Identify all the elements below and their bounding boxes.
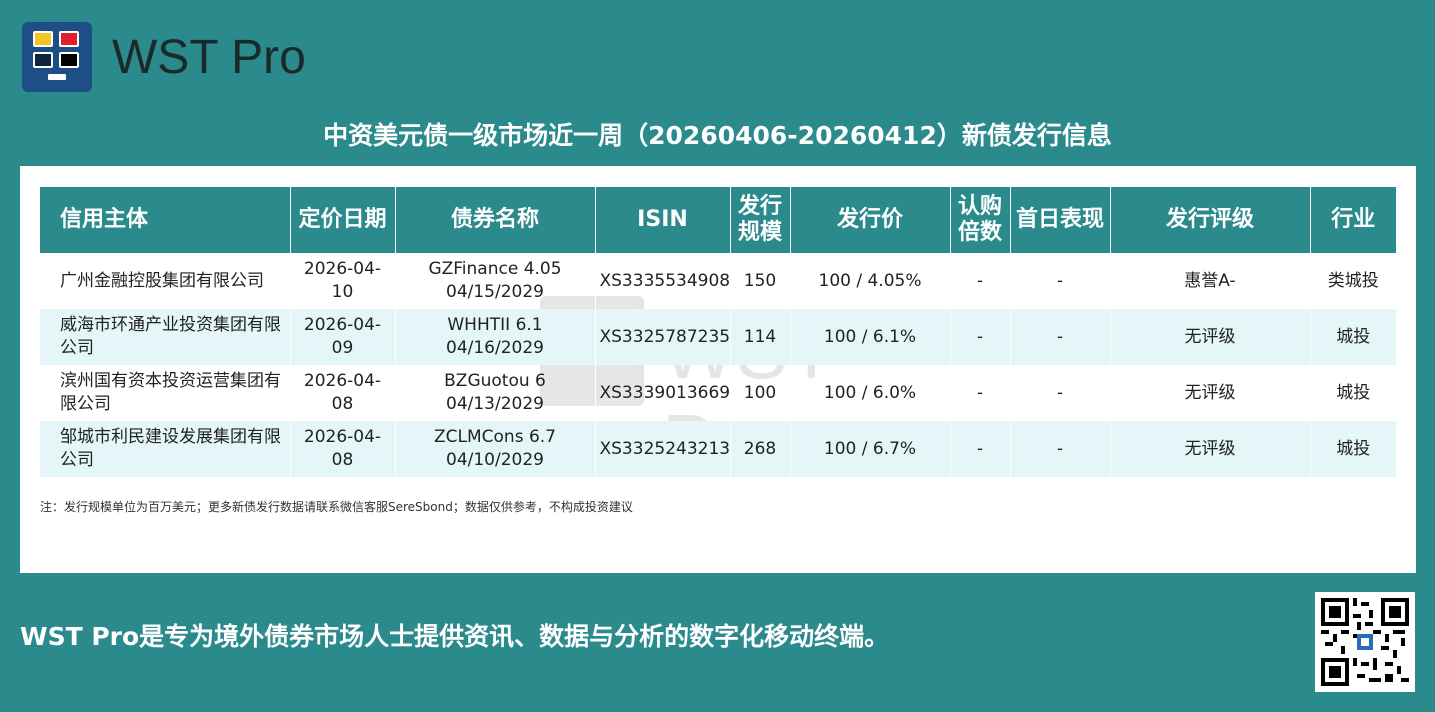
cell-cover: - bbox=[950, 421, 1011, 477]
cell-industry: 城投 bbox=[1336, 382, 1371, 403]
cell-pricing-date: 2026-04-08 bbox=[290, 365, 396, 421]
cell-bond-name: BZGuotou 6 04/13/2029 bbox=[395, 365, 596, 421]
cell-issuer: 滨州国有资本投资运营集团有限公司 bbox=[40, 365, 291, 421]
cell-price: 100 / 6.1% bbox=[790, 309, 951, 365]
new-bond-table: 信用主体 定价日期 债券名称 ISIN 发行 规模 发行价 认购 倍数 首日表现 发… bbox=[40, 187, 1396, 477]
cell-isin: XS3325243213 bbox=[595, 421, 731, 477]
cell-first-day: - bbox=[1010, 421, 1111, 477]
cell-rating: 惠誉A- bbox=[1110, 253, 1311, 309]
cell-industry: 类城投 bbox=[1327, 270, 1379, 291]
cell-bond-name: ZCLMCons 6.7 04/10/2029 bbox=[395, 421, 596, 477]
header-price: 发行价 bbox=[790, 187, 951, 253]
bond-table-card: WST Pro 信用主体 定价日期 债券名称 ISIN 发行规模 发行价 认购倍… bbox=[20, 166, 1416, 573]
cell-pricing-date: 2026-04-10 bbox=[290, 253, 396, 309]
cell-rating: 无评级 bbox=[1110, 421, 1311, 477]
header-issuer: 信用主体 bbox=[40, 187, 291, 253]
header-pricing-date: 定价日期 bbox=[290, 187, 396, 253]
cell-pricing-date: 2026-04-08 bbox=[290, 421, 396, 477]
header-bond-name: 债券名称 bbox=[395, 187, 596, 253]
cell-cover: - bbox=[950, 365, 1011, 421]
qr-code-icon bbox=[1315, 592, 1415, 692]
cell-isin: XS3339013669 bbox=[595, 365, 731, 421]
footnote: 注：发行规模单位为百万美元；更多新债发行数据请联系微信客服SereSbond；数… bbox=[40, 500, 633, 514]
cell-price: 100 / 6.0% bbox=[790, 365, 951, 421]
cell-isin: XS3335534908 bbox=[595, 253, 731, 309]
wst-logo-icon bbox=[22, 22, 92, 92]
table-row: 滨州国有资本投资运营集团有限公司 2026-04-08 BZGuotou 6 04… bbox=[40, 365, 1396, 421]
cell-rating: 无评级 bbox=[1110, 309, 1311, 365]
cell-size: 114 bbox=[730, 309, 791, 365]
tagline: WST Pro是专为境外债券市场人士提供资讯、数据与分析的数字化移动终端。 bbox=[20, 622, 890, 651]
cell-size: 100 bbox=[730, 365, 791, 421]
cell-industry: 城投 bbox=[1310, 421, 1396, 477]
cell-first-day: - bbox=[1010, 253, 1111, 309]
header-first-day: 首日表现 bbox=[1010, 187, 1111, 253]
cell-isin: XS3325787235 bbox=[595, 309, 731, 365]
cell-industry: 城投 bbox=[1310, 309, 1396, 365]
cell-cover: - bbox=[950, 309, 1011, 365]
header-industry: 行业 bbox=[1310, 187, 1396, 253]
table-row: 广州金融控股集团有限公司 2026-04-10 GZFinance 4.05 04… bbox=[40, 253, 1396, 309]
cell-bond-name: WHHTII 6.1 04/16/2029 bbox=[395, 309, 596, 365]
header-size: 发行 规模 bbox=[730, 187, 791, 253]
page-title: 中资美元债一级市场近一周（20260406-20260412）新债发行信息 bbox=[323, 121, 1112, 150]
header-cover: 认购 倍数 bbox=[950, 187, 1011, 253]
table-header-row: 信用主体 定价日期 债券名称 ISIN 发行 规模 发行价 认购 倍数 首日表现 发… bbox=[40, 187, 1396, 253]
brand-name: WST Pro bbox=[112, 31, 306, 84]
cell-rating: 无评级 bbox=[1110, 365, 1311, 421]
cell-bond-name: GZFinance 4.05 04/15/2029 bbox=[395, 253, 596, 309]
cell-issuer: 广州金融控股集团有限公司 bbox=[40, 253, 291, 309]
cell-issuer: 邹城市利民建设发展集团有限公司 bbox=[40, 421, 291, 477]
cell-price: 100 / 6.7% bbox=[790, 421, 951, 477]
cell-size: 268 bbox=[730, 421, 791, 477]
cell-size: 150 bbox=[730, 253, 791, 309]
table-row: 威海市环通产业投资集团有限公司 2026-04-09 WHHTII 6.1 04/… bbox=[40, 309, 1396, 365]
table-row: 邹城市利民建设发展集团有限公司 2026-04-08 ZCLMCons 6.7 0… bbox=[40, 421, 1396, 477]
cell-first-day: - bbox=[1010, 309, 1111, 365]
cell-cover: - bbox=[950, 253, 1011, 309]
cell-first-day: - bbox=[1010, 365, 1111, 421]
header-rating: 发行评级 bbox=[1110, 187, 1311, 253]
cell-price: 100 / 4.05% bbox=[790, 253, 951, 309]
header-isin: ISIN bbox=[595, 187, 731, 253]
cell-issuer: 威海市环通产业投资集团有限公司 bbox=[40, 309, 291, 365]
cell-pricing-date: 2026-04-09 bbox=[290, 309, 396, 365]
